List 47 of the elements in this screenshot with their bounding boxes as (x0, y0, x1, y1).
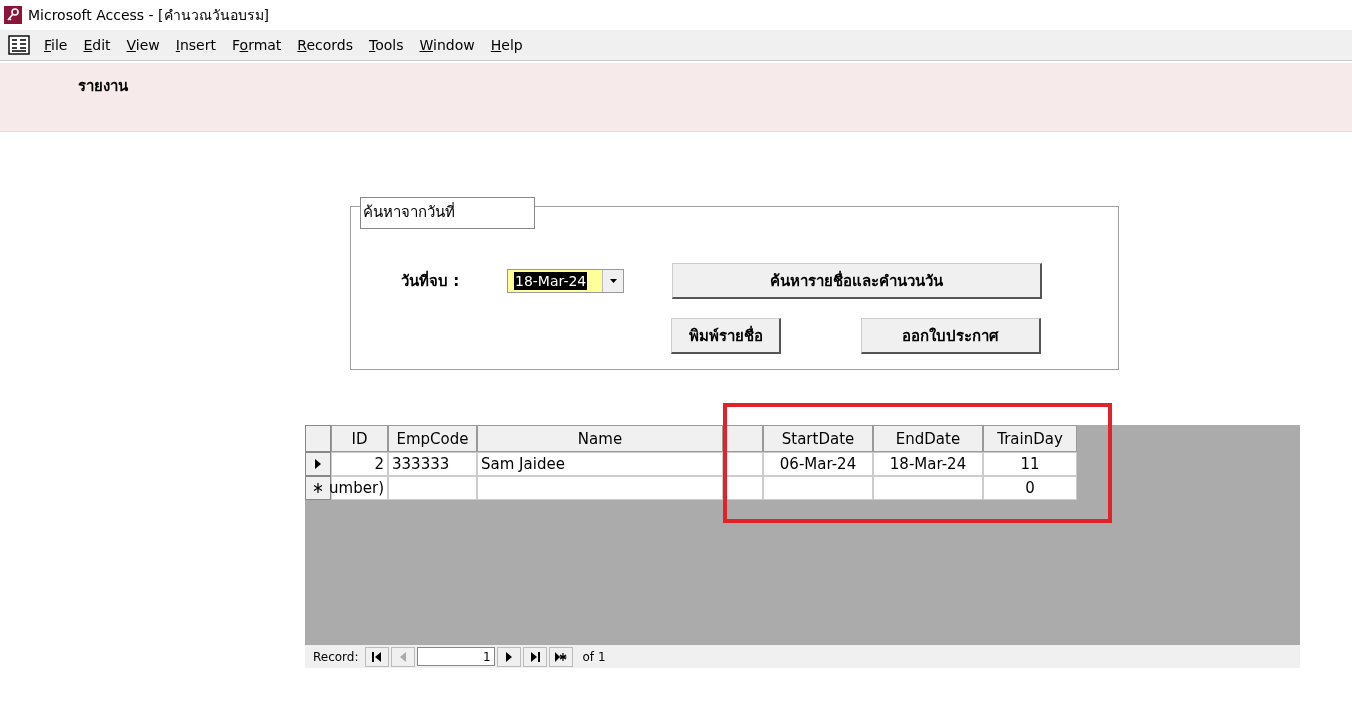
menu-item[interactable]: View (118, 37, 168, 53)
frame-legend: ค้นหาจากวันที่ (360, 197, 535, 229)
last-record-button[interactable] (522, 646, 547, 667)
menu-item[interactable]: Window (411, 37, 483, 53)
first-record-button[interactable] (364, 646, 389, 667)
menu-item[interactable]: Edit (75, 37, 119, 53)
table-cell: umber) (331, 476, 388, 500)
record-selector[interactable] (305, 452, 331, 476)
record-number-field[interactable]: 1 (416, 647, 495, 666)
header-title: รายงาน (78, 76, 128, 97)
new-record-icon (553, 649, 568, 664)
table-cell: 0 (983, 476, 1077, 500)
table-cell: 333333 (388, 452, 477, 476)
certificate-button[interactable]: ออกใบประกาศ (861, 318, 1041, 354)
record-total: of 1 (582, 649, 606, 664)
menu-item[interactable]: Format (224, 37, 290, 53)
table-cell: Sam Jaidee (477, 452, 723, 476)
column-header[interactable]: EmpCode (388, 425, 477, 452)
column-header[interactable]: ID (331, 425, 388, 452)
column-header[interactable]: Name (477, 425, 723, 452)
table-cell: 06-Mar-24 (763, 452, 873, 476)
key-icon (4, 6, 22, 24)
dropdown-icon (609, 279, 617, 283)
current-record-icon (314, 458, 322, 470)
table-cell: 11 (983, 452, 1077, 476)
date-combo[interactable]: 18-Mar-24 (507, 269, 624, 293)
next-record-button[interactable] (496, 646, 521, 667)
menu-item[interactable]: Records (289, 37, 362, 53)
column-header[interactable]: TrainDay (983, 425, 1077, 452)
new-record-button[interactable] (548, 646, 573, 667)
new-record-icon (313, 483, 323, 493)
table-cell: 2 (331, 452, 388, 476)
record-selector[interactable] (305, 476, 331, 500)
window-title: Microsoft Access - [คำนวณวันอบรม] (28, 6, 269, 25)
date-label: วันที่จบ : (401, 269, 461, 292)
search-button[interactable]: ค้นหารายชื่อและคำนวนวัน (672, 263, 1042, 299)
column-header[interactable]: StartDate (763, 425, 873, 452)
record-label: Record: (313, 649, 359, 664)
print-button[interactable]: พิมพ์รายชื่อ (671, 318, 781, 354)
first-record-icon (369, 649, 384, 664)
menu-item[interactable]: File (36, 37, 76, 53)
menu-item[interactable]: Insert (167, 37, 224, 53)
form-view-icon[interactable] (8, 35, 30, 55)
table-cell: 18-Mar-24 (873, 452, 983, 476)
column-header[interactable]: EndDate (873, 425, 983, 452)
menu-item[interactable]: Tools (361, 37, 412, 53)
menu-item[interactable]: Help (482, 37, 531, 53)
